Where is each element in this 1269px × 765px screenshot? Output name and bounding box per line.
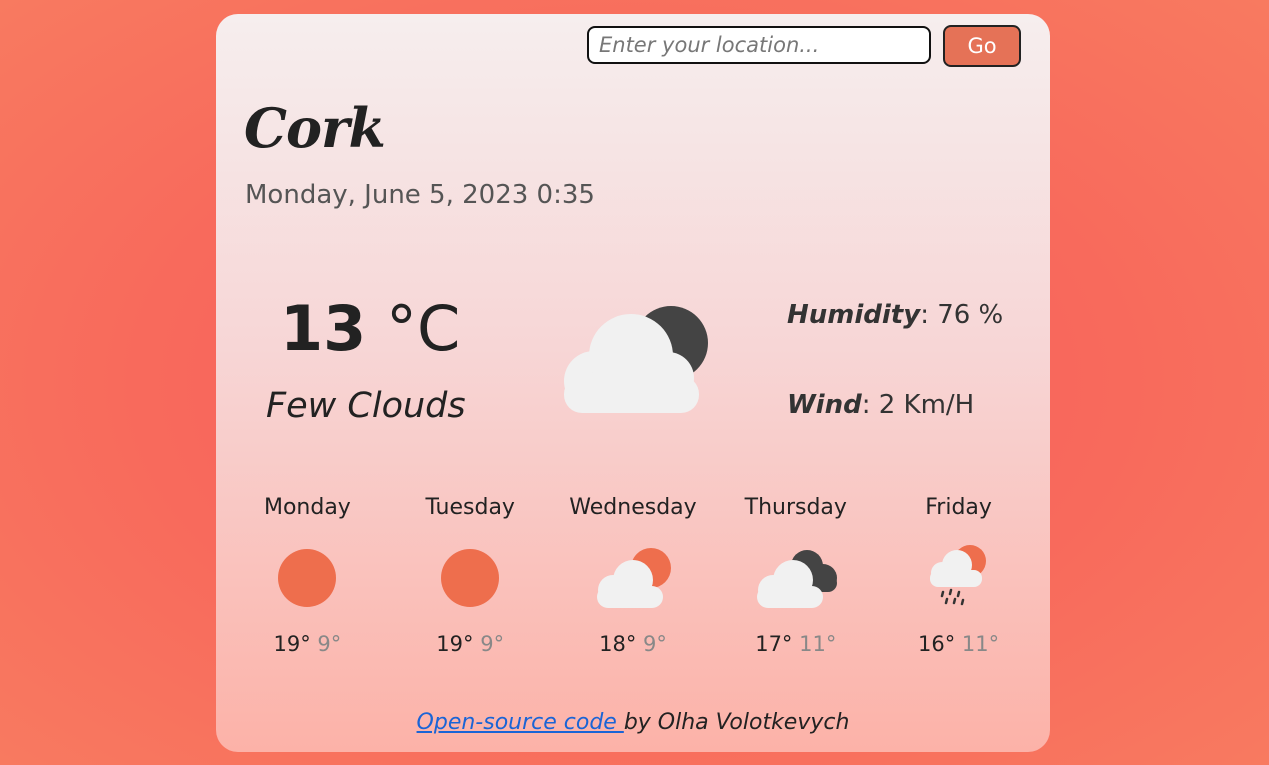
- forecast-min: 11°: [961, 632, 1000, 656]
- forecast-max: 18°: [599, 632, 637, 656]
- broken-clouds-icon: [714, 536, 877, 620]
- forecast-day-name: Thursday: [744, 495, 847, 520]
- forecast-temps: 18° 9°: [552, 632, 715, 656]
- forecast-min: 9°: [317, 632, 342, 656]
- search-input[interactable]: [587, 26, 931, 64]
- forecast-temps: 19° 9°: [226, 632, 389, 656]
- forecast-day-name: Tuesday: [425, 495, 515, 520]
- forecast-max: 19°: [273, 632, 311, 656]
- humidity-value: : 76 %: [920, 300, 1004, 330]
- source-code-link[interactable]: Open-source code: [417, 710, 624, 735]
- few-clouds-night-icon: [556, 296, 716, 430]
- forecast-max: 19°: [436, 632, 474, 656]
- sun-icon: [389, 536, 552, 620]
- forecast-max: 16°: [918, 632, 956, 656]
- humidity: Humidity: 76 %: [787, 300, 1003, 330]
- forecast-min: 9°: [643, 632, 667, 656]
- city-name: Cork: [244, 96, 386, 160]
- forecast-day: Friday 16° 11°: [877, 492, 1040, 656]
- forecast-day: Monday 19° 9°: [226, 492, 389, 656]
- go-button[interactable]: Go: [943, 25, 1021, 67]
- forecast-min: 11°: [799, 632, 837, 656]
- forecast-max: 17°: [755, 632, 793, 656]
- rain-icon: [877, 536, 1040, 620]
- forecast-day-name: Wednesday: [569, 495, 697, 520]
- forecast-temps: 16° 11°: [877, 632, 1040, 656]
- wind-value: : 2 Km/H: [861, 390, 975, 420]
- weather-description: Few Clouds: [266, 386, 466, 426]
- humidity-label: Humidity: [787, 300, 921, 330]
- forecast-min: 9°: [480, 632, 505, 656]
- forecast-day-name: Friday: [925, 495, 992, 520]
- temperature-value: 13: [280, 292, 367, 365]
- weather-card: Go Cork Monday, June 5, 2023 0:35 13 °C …: [216, 14, 1050, 752]
- forecast-temps: 19° 9°: [389, 632, 552, 656]
- forecast: Monday 19° 9° Tuesday 19° 9° Wednesday 1…: [226, 492, 1040, 656]
- current-datetime: Monday, June 5, 2023 0:35: [245, 180, 595, 210]
- footer: Open-source code by Olha Volotkevych: [216, 710, 1050, 735]
- sun-icon: [226, 536, 389, 620]
- temperature-unit: °C: [386, 292, 461, 365]
- forecast-day: Thursday 17° 11°: [714, 492, 877, 656]
- current-temperature: 13 °C: [280, 292, 460, 365]
- forecast-day: Wednesday 18° 9°: [552, 492, 715, 656]
- wind-label: Wind: [787, 390, 862, 420]
- author-credit: by Olha Volotkevych: [623, 710, 850, 735]
- forecast-day: Tuesday 19° 9°: [389, 492, 552, 656]
- few-clouds-icon: [552, 536, 715, 620]
- forecast-day-name: Monday: [263, 495, 351, 520]
- wind: Wind: 2 Km/H: [787, 390, 974, 420]
- forecast-temps: 17° 11°: [714, 632, 877, 656]
